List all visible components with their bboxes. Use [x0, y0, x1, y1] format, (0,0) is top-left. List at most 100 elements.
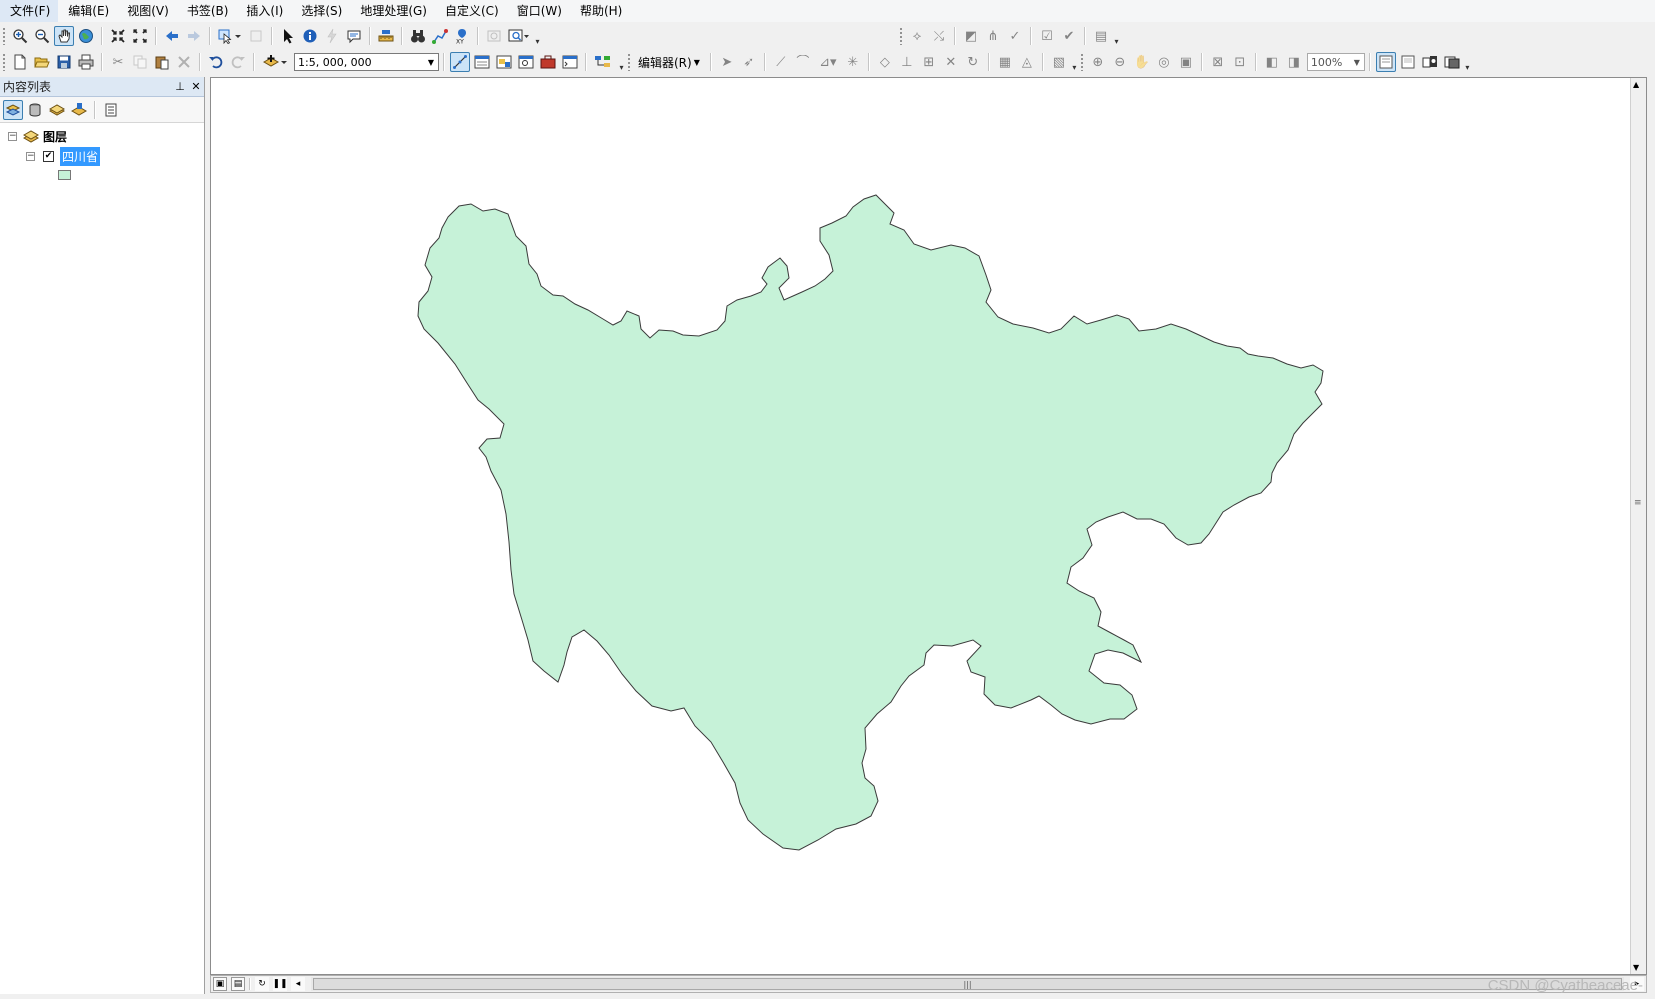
toolbar-grip[interactable]	[899, 27, 903, 45]
topology-planarize-icon[interactable]: ⋔	[983, 26, 1003, 46]
toolbar-grip[interactable]	[2, 27, 6, 45]
menu-insert[interactable]: 插入(I)	[236, 0, 291, 22]
construction-tools-icon[interactable]: ⊿▾	[815, 52, 841, 72]
zoom-whole-page-icon[interactable]: ◎	[1154, 52, 1174, 72]
fixed-zoom-out-icon[interactable]	[130, 26, 150, 46]
pause-drawing-icon[interactable]: ❚❚	[272, 977, 288, 991]
scroll-down-icon[interactable]: ▼	[1633, 963, 1639, 972]
layout-zoom-out-icon[interactable]: ⊖	[1110, 52, 1130, 72]
hyperlink-icon[interactable]	[322, 26, 342, 46]
reshape-feature-icon[interactable]: ⊥	[897, 52, 917, 72]
toolbar-overflow-icon[interactable]: ▾	[1113, 26, 1120, 46]
data-driven-pages-icon[interactable]	[1442, 52, 1462, 72]
change-layout-icon[interactable]	[1420, 52, 1440, 72]
catalog-window-icon[interactable]	[472, 52, 492, 72]
menu-bookmarks[interactable]: 书签(B)	[177, 0, 237, 22]
list-by-selection-icon[interactable]	[69, 100, 89, 120]
trace-icon[interactable]: ✳	[843, 52, 863, 72]
chevron-down-icon[interactable]: ▼	[424, 58, 438, 67]
horizontal-scroll-thumb[interactable]: |||	[313, 978, 1622, 990]
error-inspector-icon[interactable]: ▤	[1091, 26, 1111, 46]
scroll-left-icon[interactable]: ◂	[291, 977, 305, 991]
zoom-in-icon[interactable]	[10, 26, 30, 46]
save-icon[interactable]	[54, 52, 74, 72]
identify-icon[interactable]	[300, 26, 320, 46]
focus-data-frame-icon[interactable]	[1398, 52, 1418, 72]
pan-icon[interactable]	[54, 26, 74, 46]
cut-icon[interactable]: ✂	[108, 52, 128, 72]
sketch-properties-icon[interactable]: ◬	[1017, 52, 1037, 72]
toolbar-overflow-icon[interactable]: ▾	[1071, 52, 1078, 72]
toolbar-overflow-icon[interactable]: ▾	[1464, 52, 1471, 72]
search-window-icon[interactable]	[516, 52, 536, 72]
province-feature[interactable]	[417, 194, 1324, 851]
topology-edit-icon[interactable]: ⟡	[907, 26, 927, 46]
pin-icon[interactable]: ⊥	[172, 80, 188, 93]
toolbar-overflow-icon[interactable]: ▾	[618, 52, 625, 72]
list-by-source-icon[interactable]	[25, 100, 45, 120]
straight-segment-icon[interactable]: ⟋	[771, 52, 791, 72]
menu-selection[interactable]: 选择(S)	[291, 0, 350, 22]
create-viewer-window-icon[interactable]	[506, 26, 532, 46]
topology-fix-icon[interactable]: ☑	[1037, 26, 1057, 46]
new-document-icon[interactable]	[10, 52, 30, 72]
toc-options-icon[interactable]	[101, 100, 121, 120]
find-binoculars-icon[interactable]	[408, 26, 428, 46]
python-window-icon[interactable]	[560, 52, 580, 72]
fixed-zoom-out-page-icon[interactable]: ⊡	[1230, 52, 1250, 72]
collapse-icon[interactable]: −	[26, 151, 35, 161]
print-icon[interactable]	[76, 52, 96, 72]
zoom-100-icon[interactable]: ▣	[1176, 52, 1196, 72]
toolbar-grip[interactable]	[627, 53, 631, 71]
endpoint-arc-icon[interactable]: ⌒	[793, 52, 813, 72]
forward-arrow-icon[interactable]	[184, 26, 204, 46]
measure-icon[interactable]	[376, 26, 396, 46]
catalog-icon[interactable]	[494, 52, 514, 72]
html-popup-icon[interactable]	[344, 26, 364, 46]
map-display[interactable]: ▲ ≡ ▼	[210, 77, 1647, 975]
layout-zoom-in-icon[interactable]: ⊕	[1088, 52, 1108, 72]
toolbar-grip[interactable]	[1079, 53, 1084, 71]
menu-edit[interactable]: 编辑(E)	[58, 0, 117, 22]
fixed-zoom-in-icon[interactable]	[108, 26, 128, 46]
list-by-drawing-order-icon[interactable]	[3, 99, 23, 120]
toggle-draft-mode-icon[interactable]	[1375, 52, 1396, 72]
sichuan-province-polygon[interactable]	[211, 78, 1630, 974]
edit-tool-icon[interactable]: ➤	[717, 52, 737, 72]
topology-shared-icon[interactable]: ⤯	[929, 26, 949, 46]
select-features-icon[interactable]	[216, 26, 244, 46]
layout-view-icon[interactable]: ▤	[231, 977, 245, 991]
zoom-out-icon[interactable]	[32, 26, 52, 46]
editor-toolbar-toggle-icon[interactable]	[450, 52, 470, 72]
menu-customize[interactable]: 自定义(C)	[435, 0, 507, 22]
goto-xy-icon[interactable]: XY	[452, 26, 472, 46]
layer-symbol-swatch[interactable]	[58, 170, 71, 180]
refresh-icon[interactable]: ↻	[255, 977, 269, 991]
split-icon[interactable]: ✕	[941, 52, 961, 72]
modelbuilder-icon[interactable]	[592, 52, 616, 72]
data-view-icon[interactable]: ▣	[213, 977, 227, 991]
layers-group-row[interactable]: − 图层	[8, 127, 67, 145]
find-route-icon[interactable]	[430, 26, 450, 46]
open-folder-icon[interactable]	[32, 52, 52, 72]
undo-icon[interactable]	[206, 52, 226, 72]
edit-annotation-icon[interactable]: ➶	[739, 52, 759, 72]
map-scale-combo[interactable]: 1:5, 000, 000 ▼	[294, 53, 439, 71]
topology-validate-icon[interactable]: ✓	[1005, 26, 1025, 46]
select-elements-icon[interactable]	[278, 26, 298, 46]
arctoolbox-icon[interactable]	[538, 52, 558, 72]
menu-view[interactable]: 视图(V)	[117, 0, 177, 22]
go-back-extent-icon[interactable]: ◧	[1262, 52, 1282, 72]
create-features-icon[interactable]: ▧	[1049, 52, 1069, 72]
close-icon[interactable]: ✕	[188, 80, 204, 93]
collapse-icon[interactable]: −	[8, 131, 17, 141]
rotate-icon[interactable]: ↻	[963, 52, 983, 72]
toolbar-grip[interactable]	[2, 53, 6, 71]
back-arrow-icon[interactable]	[162, 26, 182, 46]
menu-help[interactable]: 帮助(H)	[570, 0, 630, 22]
go-forward-extent-icon[interactable]: ◨	[1284, 52, 1304, 72]
clear-selection-icon[interactable]	[246, 26, 266, 46]
chevron-down-icon[interactable]: ▼	[1350, 58, 1364, 67]
delete-icon[interactable]	[174, 52, 194, 72]
menu-windows[interactable]: 窗口(W)	[507, 0, 570, 22]
